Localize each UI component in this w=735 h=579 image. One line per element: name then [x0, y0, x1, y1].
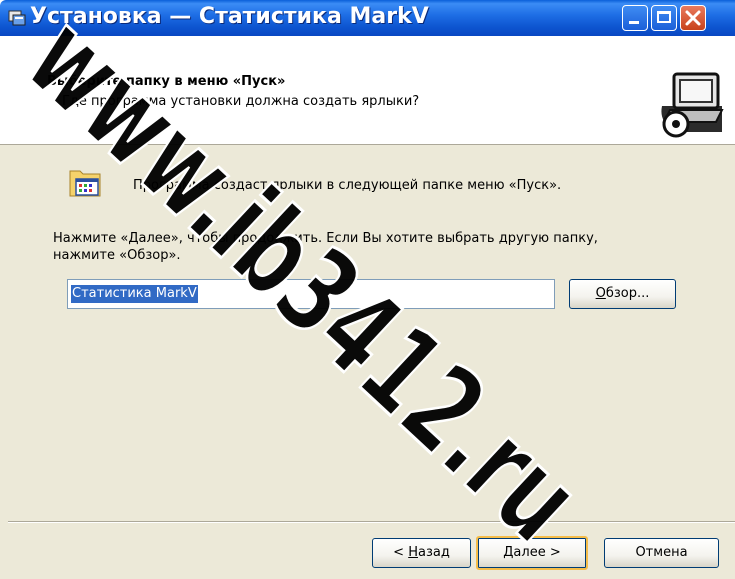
instruction-line-2: нажмите «Обзор».: [53, 248, 181, 263]
page-subtitle: Где программа установки должна создать я…: [62, 94, 420, 109]
start-menu-folder-icon: [69, 170, 101, 197]
setup-app-icon: [8, 10, 26, 26]
minimize-button[interactable]: [622, 5, 648, 31]
wizard-body: Программа создаст ярлыки в следующей пап…: [0, 145, 735, 579]
browse-button[interactable]: Обзор...: [569, 279, 676, 309]
window-title: Установка — Статистика MarkV: [30, 4, 429, 29]
start-menu-folder-input[interactable]: Статистика MarkV: [67, 279, 555, 309]
next-label: алее >: [513, 545, 561, 560]
wizard-header: Выберите папку в меню «Пуск» Где програм…: [0, 36, 735, 145]
back-label: азад: [417, 545, 450, 560]
browse-label: бзор...: [605, 286, 650, 301]
back-accel: Н: [408, 545, 418, 560]
computer-disk-logo-icon: [652, 66, 730, 138]
cancel-button[interactable]: Отмена: [604, 538, 719, 568]
title-bar[interactable]: Установка — Статистика MarkV: [0, 0, 735, 36]
shortcut-info-text: Программа создаст ярлыки в следующей пап…: [133, 178, 562, 193]
installer-window: Установка — Статистика MarkV Выберите па…: [0, 0, 735, 579]
maximize-icon: [657, 11, 671, 23]
back-button[interactable]: < Назад: [372, 538, 471, 568]
maximize-button[interactable]: [651, 5, 677, 31]
browse-accel: О: [595, 286, 606, 301]
next-button[interactable]: Далее >: [476, 536, 588, 570]
folder-input-value: Статистика MarkV: [71, 285, 198, 303]
back-prefix: <: [393, 545, 409, 560]
close-icon: [685, 10, 701, 26]
instruction-line-1: Нажмите «Далее», чтобы продолжить. Если …: [53, 231, 598, 246]
minimize-icon: [629, 21, 639, 24]
footer-divider: [8, 521, 735, 523]
instruction-text: Нажмите «Далее», чтобы продолжить. Если …: [53, 230, 693, 264]
close-button[interactable]: [680, 5, 706, 31]
next-accel: Д: [503, 545, 514, 560]
page-title: Выберите папку в меню «Пуск»: [47, 74, 286, 89]
